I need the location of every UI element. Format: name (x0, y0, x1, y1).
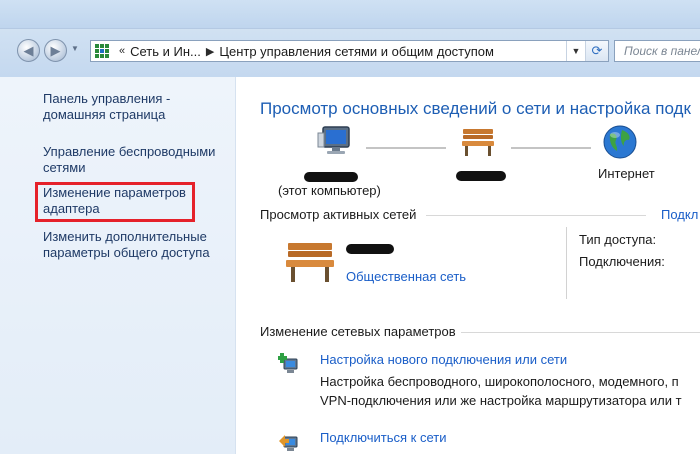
sidebar: Панель управления - домашняя страница Уп… (0, 77, 236, 454)
connection-line-2 (511, 147, 591, 149)
new-connection-icon[interactable] (277, 353, 300, 375)
connect-to-network-link[interactable]: Подключиться к сети (320, 430, 446, 445)
new-connection-link[interactable]: Настройка нового подключения или сети (320, 352, 567, 367)
address-dropdown-button[interactable]: ▼ (566, 41, 585, 61)
window-chrome: ◀ ▶ ▼ « Сеть и Ин... ▶ Центр управления … (0, 0, 700, 77)
network-center-icon (94, 43, 110, 59)
address-bar[interactable]: « Сеть и Ин... ▶ Центр управления сетями… (90, 40, 609, 62)
computer-label: (этот компьютер) (278, 183, 381, 198)
breadcrumb-overflow[interactable]: « (119, 45, 125, 57)
globe-icon[interactable] (602, 124, 638, 160)
forward-button[interactable]: ▶ (44, 39, 67, 62)
back-arrow-icon: ◀ (23, 43, 34, 58)
new-connection-desc-line2: VPN-подключения или же настройка маршрут… (320, 393, 682, 408)
connect-to-network-icon[interactable] (278, 431, 300, 453)
redacted-active-network-name (346, 244, 394, 254)
title-bar (0, 0, 700, 29)
forward-arrow-icon: ▶ (50, 43, 61, 58)
breadcrumb-network-center[interactable]: Центр управления сетями и общим доступом (219, 44, 494, 59)
search-placeholder: Поиск в панели (624, 44, 700, 58)
public-network-bench-icon[interactable] (284, 240, 336, 284)
page-title: Просмотр основных сведений о сети и наст… (260, 99, 691, 118)
internet-label[interactable]: Интернет (598, 166, 655, 181)
access-type-label: Тип доступа: (579, 232, 657, 247)
redacted-computer-name (304, 172, 358, 182)
details-divider (566, 227, 567, 299)
connections-label: Подключения: (579, 254, 665, 269)
bench-icon[interactable] (460, 127, 496, 157)
change-settings-header: Изменение сетевых параметров (260, 324, 456, 339)
active-networks-divider (426, 215, 646, 216)
new-connection-desc-line1: Настройка беспроводного, широкополосного… (320, 374, 679, 389)
computer-icon[interactable] (317, 125, 357, 161)
highlight-box (35, 182, 195, 222)
sidebar-item-manage-wireless[interactable]: Управление беспроводными сетями (43, 144, 215, 176)
active-networks-header: Просмотр активных сетей (260, 207, 417, 222)
breadcrumb-network-internet[interactable]: Сеть и Ин... (130, 44, 201, 59)
sidebar-item-control-panel-home[interactable]: Панель управления - домашняя страница (43, 91, 170, 123)
connect-disconnect-link[interactable]: Подкл (661, 207, 698, 222)
sidebar-item-advanced-sharing[interactable]: Изменить дополнительные параметры общего… (43, 229, 210, 261)
recent-pages-dropdown[interactable]: ▼ (71, 44, 79, 53)
back-button[interactable]: ◀ (17, 39, 40, 62)
refresh-button[interactable]: ⟳ (585, 41, 608, 61)
search-input[interactable]: Поиск в панели (614, 40, 700, 62)
change-settings-divider (461, 332, 700, 333)
chevron-down-icon: ▼ (571, 46, 581, 56)
public-network-link[interactable]: Общественная сеть (346, 269, 466, 284)
breadcrumb-separator[interactable]: ▶ (206, 45, 214, 58)
connection-line-1 (366, 147, 446, 149)
refresh-icon: ⟳ (591, 43, 603, 58)
redacted-network-name (456, 171, 506, 181)
main-content: Просмотр основных сведений о сети и наст… (236, 77, 700, 454)
